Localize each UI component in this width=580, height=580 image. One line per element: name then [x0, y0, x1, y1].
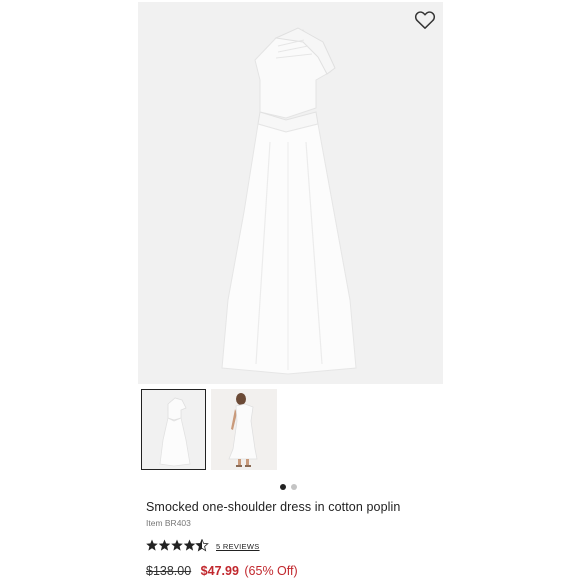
star-rating	[146, 539, 209, 552]
thumbnail-dress-image	[159, 397, 191, 467]
reviews-link[interactable]: 5 REVIEWS	[216, 542, 260, 551]
carousel-dot-active[interactable]	[280, 484, 286, 490]
star-icon	[146, 539, 158, 551]
star-icon	[183, 539, 196, 551]
star-icon	[158, 539, 171, 551]
thumbnail-model-image	[211, 389, 277, 470]
discount-label: (65% Off)	[244, 564, 298, 578]
carousel-dot[interactable]	[291, 484, 297, 490]
thumbnail-flat-lay[interactable]	[141, 389, 206, 470]
item-number: Item BR403	[146, 518, 191, 528]
sale-price: $47.99	[200, 564, 239, 578]
price-row: $138.00 $47.99 (65% Off)	[146, 564, 298, 578]
carousel-pagination	[280, 484, 300, 490]
thumbnail-on-model[interactable]	[211, 389, 277, 470]
product-card: Smocked one-shoulder dress in cotton pop…	[138, 0, 443, 580]
heart-outline-icon[interactable]	[414, 10, 436, 30]
star-icon	[171, 539, 183, 551]
product-main-image[interactable]	[138, 2, 443, 384]
dress-image	[221, 27, 357, 375]
original-price: $138.00	[146, 564, 192, 578]
product-title: Smocked one-shoulder dress in cotton pop…	[146, 500, 401, 514]
